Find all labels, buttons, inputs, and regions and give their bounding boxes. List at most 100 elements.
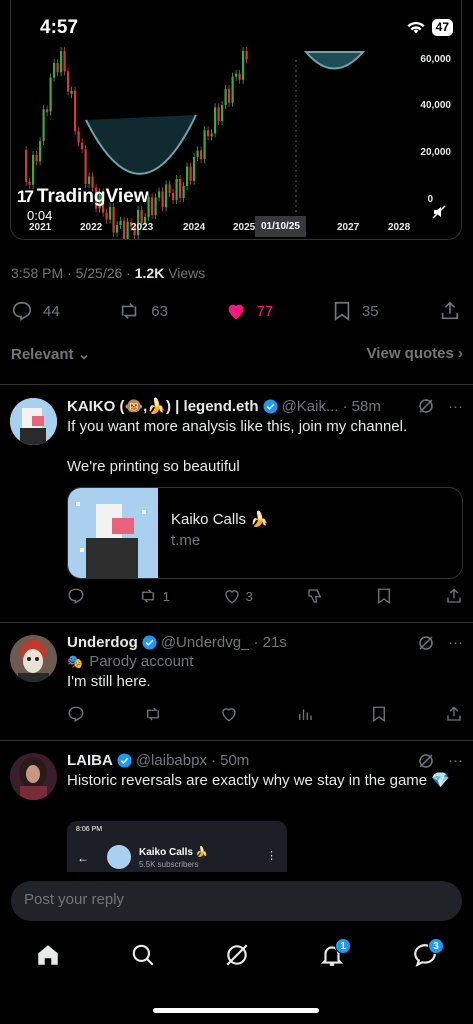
tradingview-logo-text: TradingView [36,186,149,207]
views-button[interactable] [296,705,314,723]
link-thumbnail [68,488,158,578]
messages-tab[interactable]: 3 [412,938,444,973]
avatar[interactable] [10,398,57,445]
reply-time: · 50m [210,752,250,769]
embedded-screenshot[interactable]: 8:06 PM ← Kaiko Calls 🍌 5.5K subscribers… [67,821,287,872]
repost-icon [146,707,159,721]
bookmark-icon [334,301,350,321]
chevron-down-icon: ⌄ [77,346,91,363]
repost-icon [122,303,137,319]
notifications-tab[interactable]: 1 [319,938,351,973]
avatar[interactable] [10,635,57,682]
grok-icon[interactable] [418,753,434,769]
repost-icon [141,589,154,603]
reply-time: · 21s [253,634,287,651]
author-handle[interactable]: @laibabpx [136,752,207,769]
x-tick: 2022 [80,222,103,233]
repost-button[interactable] [143,705,163,723]
reply-body: LAIBA @laibabpx · 50m ··· Historic rever… [67,752,463,791]
author-handle[interactable]: @Kaik... [282,398,339,415]
reply-body: Underdog @Underdvg_ · 21s ··· 🎭 Parody a… [67,634,463,692]
mute-icon[interactable] [432,205,446,219]
tradingview-logo-icon: 17 [17,187,34,206]
bookmark-button[interactable] [371,705,387,723]
grok-icon[interactable] [418,635,434,651]
share-button[interactable] [445,587,463,605]
verified-badge-icon [263,398,278,414]
reply-button[interactable] [67,705,85,723]
status-time: 4:57 [40,17,79,38]
reply-item[interactable]: Underdog @Underdvg_ · 21s ··· 🎭 Parody a… [0,622,473,740]
thumbs-down-icon [307,589,321,603]
repost-button[interactable]: 1 [138,587,170,605]
reply-button[interactable]: 44 [11,300,117,322]
more-icon[interactable]: ··· [448,398,463,415]
embed-subtitle: 5.5K subscribers [139,860,199,869]
reply-composer-input[interactable]: Post your reply [11,881,462,921]
notifications-badge: 1 [335,938,351,954]
x-tick: 2028 [388,222,411,233]
bookmark-button[interactable]: 35 [332,300,439,322]
x-tick: 2027 [337,222,360,233]
x-tick: 2024 [183,222,206,233]
repost-button[interactable]: 63 [117,300,224,322]
y-tick: 0 [427,194,433,205]
y-tick: 20,000 [420,147,451,158]
reply-text: Historic reversals are exactly why we st… [67,772,450,789]
link-preview-card[interactable]: Kaiko Calls 🍌 t.me [67,487,463,579]
tradingview-logo: 17 TradingView [17,186,149,208]
embed-title: Kaiko Calls 🍌 [139,847,209,858]
embed-menu-icon: ⋮ [266,850,277,862]
more-icon[interactable]: ··· [448,634,463,651]
reply-button[interactable] [67,587,85,605]
chevron-right-icon: › [458,345,463,362]
status-icons: 47 [407,19,453,36]
reply-item[interactable]: KAIKO (🐵,🍌) | legend.eth @Kaik... · 58m … [0,384,473,622]
share-icon[interactable] [439,300,461,322]
share-button[interactable] [445,705,463,723]
grok-tab-icon[interactable] [224,942,250,968]
like-button[interactable]: 3 [223,587,253,605]
heart-filled-icon [228,304,243,320]
home-icon[interactable] [35,942,61,968]
sort-row: Relevant ⌄ View quotes › [11,345,463,363]
reply-action-bar [67,705,463,723]
view-quotes-link[interactable]: View quotes › [367,345,463,363]
avatar[interactable] [10,753,57,800]
more-icon[interactable]: ··· [448,752,463,769]
x-tick: 2021 [29,222,52,233]
mask-icon: 🎭 [67,653,84,669]
reply-icon [68,588,84,604]
wifi-icon [407,21,425,34]
author-name[interactable]: Underdog [67,634,138,651]
view-quotes-label: View quotes [366,345,454,362]
downvote-button[interactable] [306,587,324,605]
reply-icon [68,706,84,722]
reply-text: If you want more analysis like this, joi… [67,418,408,435]
parody-label: 🎭 Parody account [67,653,463,670]
bookmark-button[interactable] [376,587,392,605]
like-button[interactable] [220,705,238,723]
search-icon[interactable] [130,942,156,968]
embed-avatar [107,845,131,869]
video-time: 0:04 [27,208,53,223]
views-label: Views [164,265,206,281]
grok-icon[interactable] [418,398,434,414]
post-meta: 3:58 PM · 5/25/26 · 1.2K Views [11,265,205,281]
like-button[interactable]: 77 [225,300,332,322]
sort-label: Relevant [11,346,74,363]
reply-item[interactable]: LAIBA @laibabpx · 50m ··· Historic rever… [0,740,473,872]
post-timestamp: 3:58 PM · 5/25/26 · [11,265,135,281]
analytics-icon [298,709,312,720]
reply-time: · 58m [342,397,381,415]
share-icon [447,706,461,721]
verified-badge-icon [117,753,132,768]
reply-body: KAIKO (🐵,🍌) | legend.eth @Kaik... · 58m … [67,397,463,579]
x-tick: 2025 [233,222,255,233]
author-handle[interactable]: @Underdvg_ [161,634,250,651]
author-name[interactable]: KAIKO (🐵,🍌) | legend.eth [67,397,259,415]
sort-relevant-dropdown[interactable]: Relevant ⌄ [11,345,90,363]
heart-icon [224,590,239,604]
author-name[interactable]: LAIBA [67,752,113,769]
reply-text: I'm still here. [67,673,151,690]
